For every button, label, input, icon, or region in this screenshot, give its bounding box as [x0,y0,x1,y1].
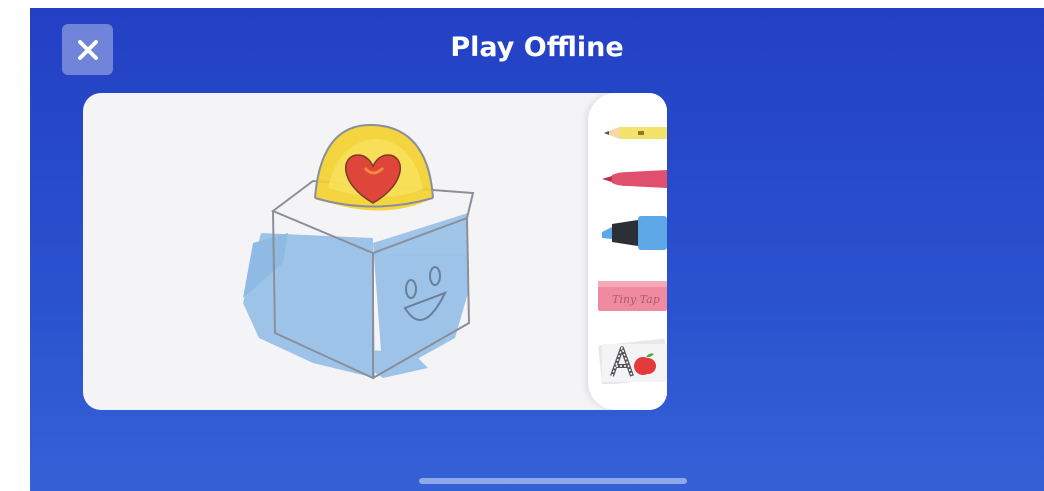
eraser-tool[interactable]: Tiny Tap [598,273,667,319]
marker-tool[interactable] [598,156,667,202]
highlighter-icon [602,216,667,250]
app-screen: Play Offline Tiny Tap [30,8,1044,491]
blue-paint-strokes [243,213,468,378]
marker-icon [602,170,667,188]
eraser-label: Tiny Tap [612,293,660,306]
drawing-card[interactable]: Tiny Tap [83,93,667,410]
drawing-canvas[interactable] [83,93,587,410]
pencil-icon [604,127,667,139]
eraser-icon: Tiny Tap [598,281,667,311]
pencil-tool[interactable] [598,110,667,156]
highlighter-tool[interactable] [598,208,667,254]
letters-tool[interactable] [598,338,667,386]
page-title: Play Offline [450,32,624,63]
tool-tray: Tiny Tap [588,93,667,410]
letter-a-apple-icon [598,338,667,386]
home-indicator[interactable] [419,478,687,484]
